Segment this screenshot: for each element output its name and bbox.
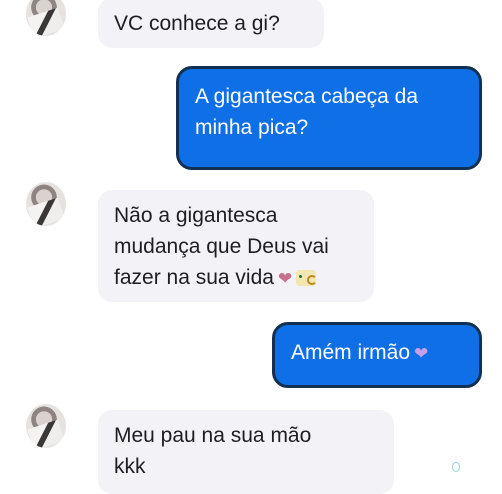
smile-icon: [296, 270, 318, 287]
heart-icon: ❤: [414, 344, 429, 363]
incoming-message: VC conhece a gi?: [98, 0, 324, 48]
chat-screen: { "messages": [ {"side": "incoming", "li…: [0, 0, 502, 494]
message-text: Não a gigantesca: [114, 204, 278, 227]
outgoing-message: Amém irmão ❤: [272, 322, 482, 388]
message-text: VC conhece a gi?: [114, 12, 280, 35]
contact-avatar[interactable]: [26, 404, 66, 448]
incoming-message: Meu pau na sua mão kkk: [98, 410, 394, 494]
message-text: kkk: [114, 455, 146, 478]
scroll-indicator-icon: [452, 462, 460, 472]
message-text: Meu pau na sua mão: [114, 424, 312, 447]
message-text: minha pica?: [195, 116, 309, 139]
message-text: Amém irmão: [291, 341, 411, 364]
incoming-message: Não a gigantesca mudança que Deus vai fa…: [98, 190, 374, 302]
contact-avatar[interactable]: [26, 182, 66, 226]
message-text: fazer na sua vida: [114, 266, 274, 289]
contact-avatar[interactable]: [26, 0, 66, 36]
outgoing-message: A gigantesca cabeça da minha pica?: [176, 66, 482, 170]
heart-icon: ❤: [277, 269, 293, 288]
message-text: A gigantesca cabeça da: [195, 85, 419, 108]
message-text: mudança que Deus vai: [114, 235, 329, 258]
